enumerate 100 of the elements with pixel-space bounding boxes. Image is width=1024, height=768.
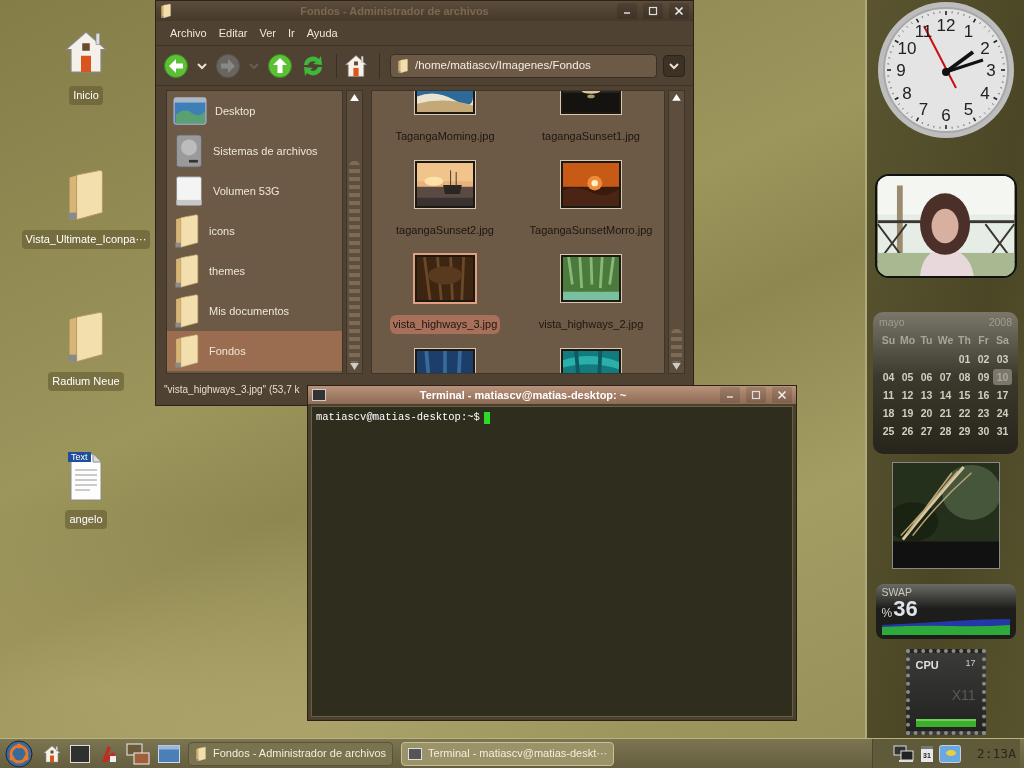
folder-icon [397, 57, 409, 74]
calendar-day[interactable]: 23 [974, 404, 993, 421]
calendar-day[interactable]: 02 [974, 350, 993, 367]
sidebar-item[interactable]: Desktop [167, 91, 342, 131]
calendar-day[interactable]: 14 [936, 386, 955, 403]
house-icon [343, 52, 369, 79]
switcher-launcher[interactable] [126, 742, 150, 765]
close-button[interactable] [669, 3, 689, 19]
clock-numeral: 2 [979, 38, 990, 58]
clock-numeral: 8 [901, 83, 912, 103]
desktop-icon-label[interactable]: angelo [65, 510, 107, 529]
scrollbar-thumb[interactable] [349, 160, 360, 364]
file-name[interactable]: vista_highways_3.jpg [389, 315, 501, 334]
calendar-day[interactable]: 07 [936, 368, 955, 385]
calendar-day[interactable]: 15 [955, 386, 974, 403]
weekday-label: We [936, 332, 955, 348]
calendar-day[interactable]: 19 [898, 404, 917, 421]
start-orb-icon [4, 739, 34, 768]
calendar-day[interactable]: 20 [917, 404, 936, 421]
sidebar-item[interactable]: Sistemas de archivos [167, 131, 342, 171]
image-viewer-icon[interactable] [938, 744, 961, 763]
swap-label: SWAP [881, 587, 914, 598]
calendar-day[interactable]: 30 [974, 422, 993, 439]
start-launcher[interactable] [4, 739, 34, 768]
calendar-day[interactable]: 25 [879, 422, 898, 439]
location-field[interactable]: /home/matiascv/Imagenes/Fondos [390, 53, 657, 78]
calendar-day[interactable]: 08 [955, 368, 974, 385]
scrollbar[interactable] [346, 90, 363, 374]
calendar-day[interactable]: 11 [879, 386, 898, 403]
calendar-day[interactable]: 09 [974, 368, 993, 385]
calendar-day[interactable]: 01 [955, 350, 974, 367]
calendar-day[interactable]: 05 [898, 368, 917, 385]
scroll-up-icon [672, 94, 681, 101]
calendar-day[interactable]: 29 [955, 422, 974, 439]
calendar-day[interactable]: 26 [898, 422, 917, 439]
calendar-day[interactable]: 16 [974, 386, 993, 403]
sidebar-item[interactable]: Fondos [167, 331, 342, 371]
sidebar-item[interactable]: themes [167, 251, 342, 291]
calendar-day[interactable]: 22 [955, 404, 974, 421]
calendar-day[interactable]: 28 [936, 422, 955, 439]
calendar-day[interactable]: 12 [898, 386, 917, 403]
location-dropdown-button[interactable] [663, 54, 685, 77]
calendar-day[interactable]: 18 [879, 404, 898, 421]
sidebar-item-label: Volumen 53G [213, 183, 280, 199]
calendar-day[interactable]: 06 [917, 368, 936, 385]
calendar-day[interactable]: 31 [993, 422, 1012, 439]
weekday-label: Su [880, 332, 897, 348]
calendar-day[interactable]: 13 [917, 386, 936, 403]
sidebar-item-label: Fondos [209, 343, 246, 359]
sidebar-item[interactable]: Volumen 53G [167, 171, 342, 211]
menu-item[interactable]: Editar [218, 24, 248, 42]
back-button[interactable] [164, 53, 188, 78]
calendar-day[interactable]: 21 [936, 404, 955, 421]
maximize-button[interactable] [746, 387, 766, 403]
weekday-label: Tu [919, 332, 934, 348]
weekday-label: Th [957, 332, 972, 348]
sidebar-item-label: Sistemas de archivos [213, 143, 318, 159]
sidebar-item[interactable]: Mis documentos [167, 291, 342, 331]
menu-item[interactable]: Ayuda [306, 24, 338, 42]
clock-numeral: 6 [940, 106, 951, 125]
taskbar-button[interactable]: Fondos - Administrador de archivos [188, 741, 394, 766]
calendar-day[interactable]: 27 [917, 422, 936, 439]
desktop-icon-label[interactable]: Vista_Ultimate_Iconpa··· [21, 230, 151, 249]
desktop-icon-label[interactable]: Inicio [69, 86, 103, 105]
minimize-button[interactable] [617, 3, 637, 19]
folder-icon [173, 213, 201, 249]
scrollbar[interactable] [668, 90, 685, 374]
desktop-launcher[interactable] [158, 744, 180, 763]
terminal-launcher[interactable] [70, 744, 90, 763]
menu-item[interactable]: Ver [259, 24, 276, 42]
cpu-value: 17 [965, 657, 976, 670]
home-button[interactable] [343, 52, 369, 79]
network-icon[interactable] [893, 744, 916, 763]
calendar-day[interactable]: 17 [993, 386, 1012, 403]
close-icon [777, 390, 787, 400]
status-text: "vista_highways_3.jpg" (53,7 k [164, 382, 300, 397]
scrollbar-thumb[interactable] [671, 328, 682, 364]
clock-numeral: 12 [936, 16, 955, 35]
desktop-icon-label[interactable]: Radium Neue [48, 372, 124, 391]
minimize-button[interactable] [720, 387, 740, 403]
drive-icon [173, 173, 205, 209]
close-button[interactable] [772, 387, 792, 403]
calendar-day[interactable]: 04 [879, 368, 898, 385]
sidebar-item[interactable]: icons [167, 211, 342, 251]
home-launcher[interactable] [42, 743, 62, 764]
clock-numeral: 4 [979, 83, 990, 103]
terminal-area[interactable]: matiascv@matias-desktop:~$ [311, 406, 793, 717]
clock-numeral: 5 [963, 100, 973, 119]
up-button[interactable] [268, 53, 292, 78]
window-switcher-icon [126, 742, 150, 765]
menu-item[interactable]: Ir [287, 24, 295, 42]
maximize-button[interactable] [643, 3, 663, 19]
folder-icon [173, 293, 201, 329]
calendar-day[interactable]: 24 [993, 404, 1012, 421]
terminal-icon [408, 747, 423, 760]
prompt-text: matiascv@matias-desktop:~$ [316, 410, 480, 425]
menu-item[interactable]: Archivo [170, 24, 207, 42]
show-desktop-icon [158, 744, 180, 763]
calendar-day[interactable]: 03 [993, 350, 1012, 367]
folder-icon [173, 333, 201, 369]
